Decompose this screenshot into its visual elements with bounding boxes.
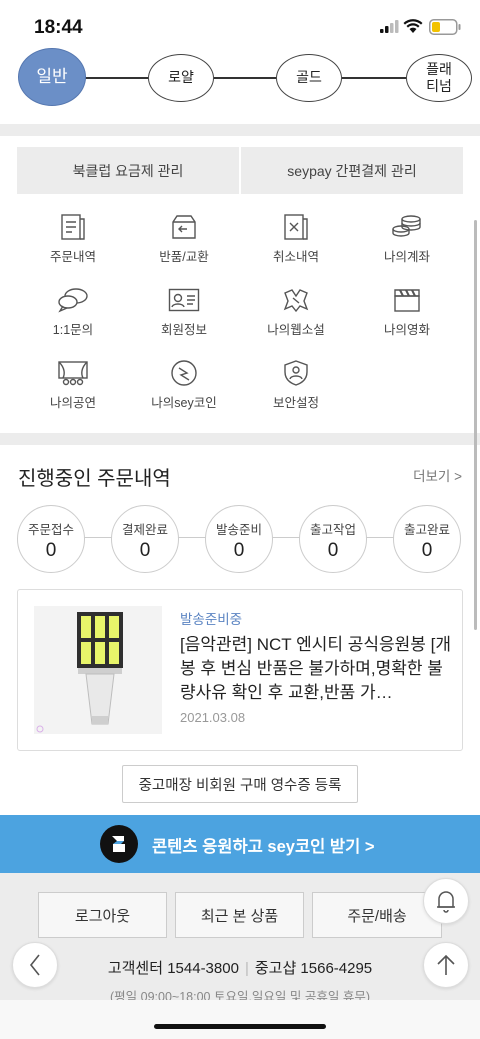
step-order-received[interactable]: 주문접수 0 xyxy=(17,505,85,573)
back-button[interactable] xyxy=(12,942,58,988)
menu-return-exchange[interactable]: 반품/교환 xyxy=(134,212,234,265)
wifi-icon xyxy=(403,19,423,33)
tier-gold[interactable]: 골드 xyxy=(276,54,342,102)
step-release-work[interactable]: 출고작업 0 xyxy=(299,505,367,573)
cancel-doc-icon xyxy=(284,214,308,240)
order-list-icon xyxy=(61,214,85,240)
tier-connector xyxy=(84,77,148,79)
return-box-icon xyxy=(172,215,196,239)
membership-tiers: 일반 로얄 골드 플래 티넘 xyxy=(0,48,480,124)
menu-my-movie[interactable]: 나의영화 xyxy=(357,285,457,338)
tier-connector xyxy=(342,77,406,79)
scrollbar[interactable] xyxy=(474,220,477,630)
order-status: 발송준비중 xyxy=(180,612,243,627)
tier-royal[interactable]: 로얄 xyxy=(148,54,214,102)
battery-icon xyxy=(429,19,461,35)
clapperboard-icon xyxy=(394,289,420,312)
receipt-register-button[interactable]: 중고매장 비회원 구매 영수증 등록 xyxy=(122,765,358,803)
menu-member-info[interactable]: 회원정보 xyxy=(134,285,234,338)
product-thumbnail xyxy=(34,606,162,734)
sey-logo-icon xyxy=(100,825,138,863)
menu-my-account[interactable]: 나의계좌 xyxy=(357,212,457,265)
menu-security-settings[interactable]: 보안설정 xyxy=(246,358,346,411)
chevron-left-icon xyxy=(29,954,40,976)
menu-one-on-one[interactable]: 1:1문의 xyxy=(23,285,123,338)
status-bar: 18:44 xyxy=(0,0,480,54)
order-item-card[interactable]: 발송준비중 [음악관련] NCT 엔시티 공식응원봉 [개봉 후 변심 반품은 … xyxy=(17,589,463,751)
product-name[interactable]: [음악관련] NCT 엔시티 공식응원봉 [개봉 후 변심 반품은 불가하며,명… xyxy=(180,633,455,705)
home-indicator[interactable] xyxy=(154,1024,326,1029)
step-payment-done[interactable]: 결제완료 0 xyxy=(111,505,179,573)
seypay-manage-button[interactable]: seypay 간편결제 관리 xyxy=(241,147,463,194)
order-date: 2021.03.08 xyxy=(180,710,246,725)
tier-connector xyxy=(214,77,276,79)
status-time: 18:44 xyxy=(34,17,83,38)
step-shipping-prep[interactable]: 발송준비 0 xyxy=(205,505,273,573)
logout-button[interactable]: 로그아웃 xyxy=(38,892,167,938)
arrow-up-icon xyxy=(437,954,455,975)
chat-bubbles-icon xyxy=(58,288,88,313)
shield-user-icon xyxy=(284,360,308,386)
signal-icon xyxy=(380,20,399,33)
my-menu-section: 북클럽 요금제 관리 seypay 간편결제 관리 주문내역 반품/교환 취소내… xyxy=(0,136,480,433)
id-card-icon xyxy=(168,288,200,312)
book-icon xyxy=(283,289,309,313)
bell-icon xyxy=(437,891,455,913)
notification-button[interactable] xyxy=(423,878,469,924)
step-release-done[interactable]: 출고완료 0 xyxy=(393,505,461,573)
sey-coin-banner[interactable]: 콘텐츠 응원하고 sey코인 받기 > xyxy=(0,815,480,873)
cs-phone[interactable]: 고객센터 1544-3800 xyxy=(108,960,239,977)
menu-cancel-history[interactable]: 취소내역 xyxy=(246,212,346,265)
menu-order-history[interactable]: 주문내역 xyxy=(23,212,123,265)
more-link[interactable]: 더보기 > xyxy=(413,465,462,485)
scroll-top-button[interactable] xyxy=(423,942,469,988)
sey-coin-icon xyxy=(171,360,197,386)
tier-general[interactable]: 일반 xyxy=(18,48,86,106)
recently-viewed-button[interactable]: 최근 본 상품 xyxy=(175,892,304,938)
bookclub-plan-button[interactable]: 북클럽 요금제 관리 xyxy=(17,147,239,194)
orders-title: 진행중인 주문내역 xyxy=(18,468,171,490)
tier-platinum[interactable]: 플래 티넘 xyxy=(406,54,472,102)
banner-text: 콘텐츠 응원하고 sey코인 받기 > xyxy=(152,838,375,856)
menu-my-performance[interactable]: 나의공연 xyxy=(23,358,123,411)
menu-my-webnovel[interactable]: 나의웹소설 xyxy=(246,285,346,338)
theater-icon xyxy=(58,361,88,386)
orders-in-progress: 진행중인 주문내역 더보기 > 주문접수 0 결제완료 0 발송준비 0 출고작… xyxy=(0,445,480,815)
bottom-safe-area xyxy=(0,1000,480,1039)
payment-tabs: 북클럽 요금제 관리 seypay 간편결제 관리 xyxy=(17,147,463,194)
menu-my-sey-coin[interactable]: 나의sey코인 xyxy=(134,358,234,411)
used-shop-phone[interactable]: 중고샵 1566-4295 xyxy=(255,960,372,977)
coins-icon xyxy=(392,215,421,237)
customer-center: 고객센터 1544-3800 | 중고샵 1566-4295 xyxy=(107,960,373,977)
